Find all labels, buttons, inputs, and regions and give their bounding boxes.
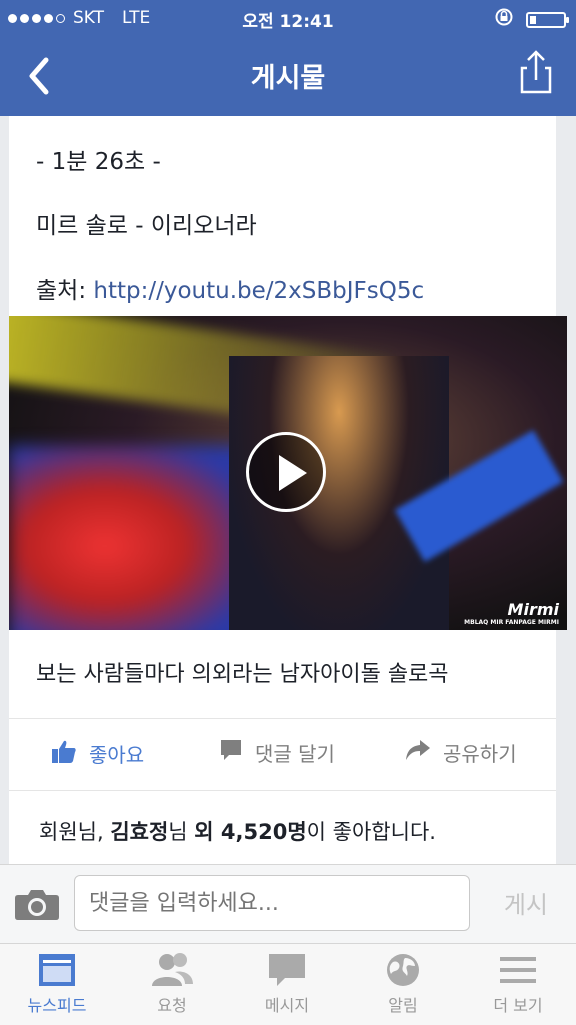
likes-friend-name: 김효정 bbox=[110, 820, 169, 844]
source-link[interactable]: http://youtu.be/2xSBbJFsQ5c bbox=[93, 278, 424, 304]
tab-newsfeed[interactable]: 뉴스피드 bbox=[7, 952, 107, 1016]
comment-icon bbox=[219, 738, 243, 767]
source-label: 출처: bbox=[36, 278, 94, 304]
watermark-subtext: MBLAQ MIR FANPAGE MIRMI bbox=[464, 619, 559, 626]
divider bbox=[9, 790, 556, 791]
comment-input[interactable] bbox=[74, 875, 470, 931]
watermark-text: Mirmi bbox=[507, 600, 559, 619]
post-actions: 좋아요 댓글 달기 공유하기 bbox=[9, 720, 556, 790]
tab-notifications[interactable]: 알림 bbox=[353, 952, 453, 1016]
post-caption: 보는 사람들마다 의외라는 남자아이돌 솔로곡 bbox=[36, 662, 449, 687]
comment-bar: 게시 bbox=[0, 864, 576, 943]
likes-summary[interactable]: 회원님, 김효정님 외 4,520명이 좋아합니다. bbox=[39, 816, 436, 846]
share-icon[interactable] bbox=[516, 48, 556, 96]
tab-label: 뉴스피드 bbox=[27, 996, 87, 1015]
likes-count: 외 4,520명 bbox=[194, 820, 307, 844]
menu-icon bbox=[500, 957, 536, 983]
share-arrow-icon bbox=[405, 739, 431, 766]
thumbs-up-icon bbox=[51, 738, 77, 769]
like-label: 좋아요 bbox=[89, 743, 145, 767]
status-time: 오전 12:41 bbox=[242, 12, 334, 32]
globe-icon bbox=[387, 954, 419, 986]
likes-mid: 님 bbox=[168, 820, 195, 844]
tab-label: 더 보기 bbox=[493, 996, 543, 1015]
status-bar: SKT LTE 오전 12:41 bbox=[0, 0, 576, 36]
page-title: 게시물 bbox=[250, 63, 326, 94]
tab-label: 요청 bbox=[157, 996, 187, 1015]
play-icon[interactable] bbox=[246, 432, 326, 512]
newsfeed-icon bbox=[39, 954, 75, 986]
share-button[interactable]: 공유하기 bbox=[405, 738, 517, 767]
post-comment-button[interactable]: 게시 bbox=[504, 885, 548, 920]
rotation-lock-icon bbox=[494, 7, 514, 32]
like-button[interactable]: 좋아요 bbox=[51, 738, 144, 769]
comment-label: 댓글 달기 bbox=[255, 742, 335, 766]
tab-messages[interactable]: 메시지 bbox=[237, 952, 337, 1016]
tab-bar: 뉴스피드 요청 메시지 알림 더 보기 bbox=[0, 943, 576, 1025]
battery-icon bbox=[526, 11, 569, 28]
messages-icon bbox=[269, 954, 305, 986]
share-label: 공유하기 bbox=[443, 742, 517, 766]
status-right bbox=[494, 7, 569, 32]
likes-suffix: 이 좋아합니다. bbox=[306, 820, 436, 844]
tab-requests[interactable]: 요청 bbox=[122, 952, 222, 1016]
likes-prefix: 회원님, bbox=[39, 820, 111, 844]
divider bbox=[9, 718, 556, 719]
video-thumbnail[interactable]: Mirmi MBLAQ MIR FANPAGE MIRMI bbox=[9, 316, 567, 630]
post-card: - 1분 26초 - 미르 솔로 - 이리오너라 출처: http://yout… bbox=[9, 116, 567, 876]
tab-more[interactable]: 더 보기 bbox=[468, 952, 568, 1016]
tab-label: 알림 bbox=[388, 996, 418, 1015]
video-frame-flag bbox=[9, 446, 249, 630]
tab-label: 메시지 bbox=[264, 996, 310, 1015]
post-title-text: 미르 솔로 - 이리오너라 bbox=[36, 213, 257, 239]
post-duration-text: - 1분 26초 - bbox=[36, 149, 161, 175]
camera-icon[interactable] bbox=[14, 887, 60, 925]
comment-button[interactable]: 댓글 달기 bbox=[219, 738, 335, 767]
friend-requests-icon bbox=[152, 953, 193, 986]
nav-bar: 게시물 bbox=[0, 36, 576, 116]
video-watermark: Mirmi MBLAQ MIR FANPAGE MIRMI bbox=[464, 600, 559, 626]
post-source: 출처: http://youtu.be/2xSBbJFsQ5c bbox=[36, 271, 424, 305]
